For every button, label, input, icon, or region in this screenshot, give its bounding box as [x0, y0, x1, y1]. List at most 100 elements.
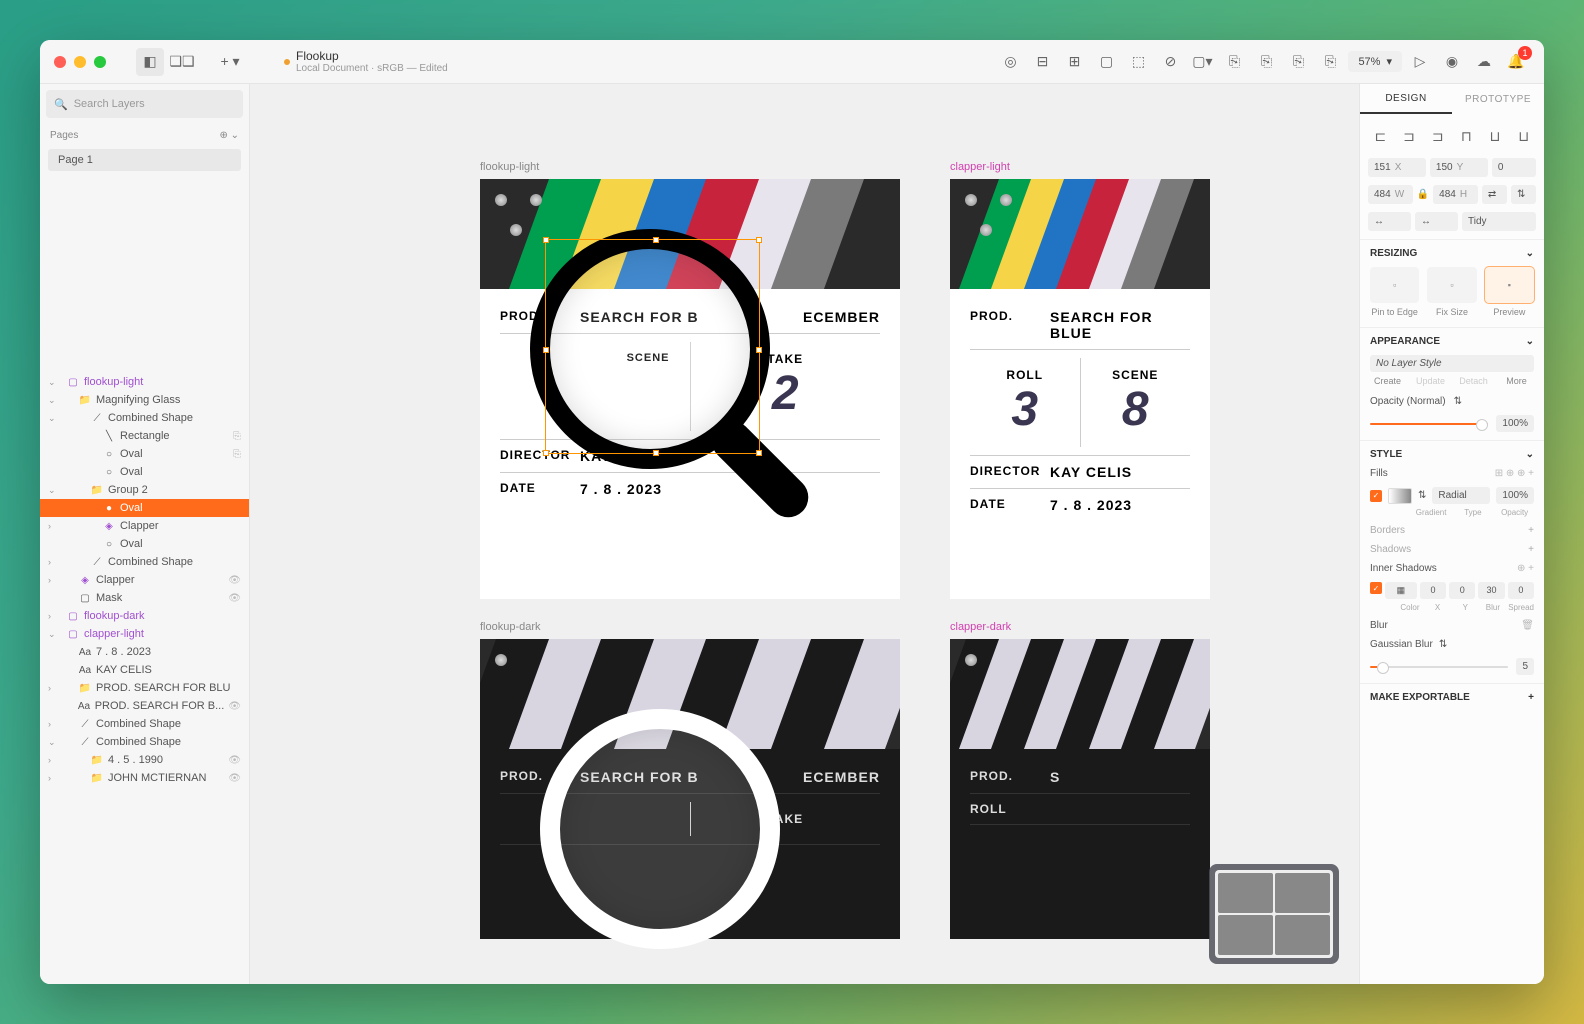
- fill-opacity[interactable]: 100%: [1496, 487, 1534, 504]
- layer-item[interactable]: ⌄⟋Combined Shape: [40, 409, 249, 427]
- artboard-clapper-light[interactable]: clapper-light PROD.SEARCH FOR BLUE ROLL3…: [950, 179, 1210, 599]
- artboard-flookup-dark[interactable]: flookup-dark PROD.SEARCH FOR BECEMBER TA…: [480, 639, 900, 939]
- canvas[interactable]: flookup-light PROD.SEARCH FOR BECEMBER S…: [250, 84, 1359, 984]
- artboard-flookup-light[interactable]: flookup-light PROD.SEARCH FOR BECEMBER S…: [480, 179, 900, 599]
- width-field[interactable]: 484W: [1368, 185, 1413, 204]
- zoom-dropdown[interactable]: 57% ▾: [1348, 51, 1402, 72]
- layer-item[interactable]: ›📁JOHN MCTIERNAN👁: [40, 769, 249, 787]
- blur-slider[interactable]: [1370, 666, 1508, 668]
- layer-item[interactable]: AaKAY CELIS: [40, 661, 249, 679]
- artboard-layer[interactable]: ›▢flookup-dark: [40, 607, 249, 625]
- layer-style-dropdown[interactable]: No Layer Style: [1370, 355, 1534, 372]
- toolbar-button[interactable]: ⊞: [1060, 48, 1088, 76]
- artboard-label[interactable]: clapper-light: [950, 161, 1010, 173]
- layer-item[interactable]: ›◈Clapper👁: [40, 571, 249, 589]
- align-bottom-button[interactable]: ⊔: [1511, 122, 1536, 150]
- minimap[interactable]: [1209, 864, 1339, 964]
- toolbar-button[interactable]: ▢: [1092, 48, 1120, 76]
- add-shadow-button[interactable]: +: [1528, 544, 1534, 555]
- x-field[interactable]: 151X: [1368, 158, 1426, 177]
- shadow-spread[interactable]: 0: [1508, 582, 1534, 599]
- layer-item[interactable]: ›⟋Combined Shape: [40, 715, 249, 733]
- toolbar-button[interactable]: ⎘: [1252, 48, 1280, 76]
- sidebar-toggle-button[interactable]: ◧: [136, 48, 164, 76]
- page-item[interactable]: Page 1: [48, 149, 241, 171]
- layer-item[interactable]: ›◈Clapper: [40, 517, 249, 535]
- zoom-icon[interactable]: [94, 56, 106, 68]
- toolbar-button[interactable]: ⎘: [1220, 48, 1248, 76]
- blur-type[interactable]: Gaussian Blur: [1370, 639, 1433, 650]
- artboard-label[interactable]: flookup-dark: [480, 621, 541, 633]
- fill-checkbox[interactable]: ✓: [1370, 490, 1382, 502]
- align-center-button[interactable]: ⊐: [1397, 122, 1422, 150]
- shadow-blur[interactable]: 30: [1478, 582, 1504, 599]
- layer-item[interactable]: ╲Rectangle⎘: [40, 427, 249, 445]
- artboard-label[interactable]: clapper-dark: [950, 621, 1011, 633]
- play-button[interactable]: ▷: [1406, 48, 1434, 76]
- opacity-value[interactable]: 100%: [1496, 415, 1534, 432]
- toolbar-button[interactable]: ⬚: [1124, 48, 1152, 76]
- toolbar-button[interactable]: ⎘: [1316, 48, 1344, 76]
- add-page-button[interactable]: ⊕ ⌄: [219, 130, 239, 141]
- toolbar-button[interactable]: ◎: [996, 48, 1024, 76]
- chevron-down-icon[interactable]: ⌄: [1526, 449, 1534, 460]
- y-field[interactable]: 150Y: [1430, 158, 1488, 177]
- tidy-button[interactable]: Tidy: [1462, 212, 1536, 231]
- layer-item[interactable]: ⌄📁Magnifying Glass: [40, 391, 249, 409]
- tab-design[interactable]: DESIGN: [1360, 84, 1452, 114]
- chevron-down-icon[interactable]: ⌄: [1526, 248, 1534, 259]
- layer-item[interactable]: AaPROD. SEARCH FOR B...👁: [40, 697, 249, 715]
- toolbar-button[interactable]: ▢▾: [1188, 48, 1216, 76]
- pin-to-edge-option[interactable]: ▫: [1370, 267, 1419, 303]
- notifications-button[interactable]: 🔔1: [1502, 48, 1530, 76]
- align-left-button[interactable]: ⊏: [1368, 122, 1393, 150]
- layer-item[interactable]: Aa7 . 8 . 2023: [40, 643, 249, 661]
- layer-item[interactable]: ▢Mask👁: [40, 589, 249, 607]
- align-top-button[interactable]: ⊓: [1454, 122, 1479, 150]
- artboard-label[interactable]: flookup-light: [480, 161, 539, 173]
- shadow-color[interactable]: ▦: [1385, 582, 1417, 599]
- toolbar-button[interactable]: ⊟: [1028, 48, 1056, 76]
- artboard-layer[interactable]: ⌄▢flookup-light: [40, 373, 249, 391]
- layer-item[interactable]: ›📁PROD. SEARCH FOR BLU: [40, 679, 249, 697]
- layer-item[interactable]: ⌄⟋Combined Shape: [40, 733, 249, 751]
- layer-item[interactable]: ⌄📁Group 2: [40, 481, 249, 499]
- flip-v-button[interactable]: ⇅: [1511, 185, 1536, 204]
- minimize-icon[interactable]: [74, 56, 86, 68]
- opacity-slider[interactable]: [1370, 423, 1488, 425]
- toolbar-button[interactable]: ⎘: [1284, 48, 1312, 76]
- add-border-button[interactable]: +: [1528, 525, 1534, 536]
- close-icon[interactable]: [54, 56, 66, 68]
- align-middle-button[interactable]: ⊔: [1483, 122, 1508, 150]
- chevron-down-icon[interactable]: ⌄: [1526, 336, 1534, 347]
- shadow-y[interactable]: 0: [1449, 582, 1475, 599]
- align-right-button[interactable]: ⊐: [1425, 122, 1450, 150]
- fill-type-dropdown[interactable]: Radial: [1432, 487, 1490, 504]
- lock-icon[interactable]: 🔒: [1417, 189, 1429, 200]
- transform-field[interactable]: ↔: [1415, 212, 1458, 231]
- insert-button[interactable]: + ▾: [216, 48, 244, 76]
- height-field[interactable]: 484H: [1433, 185, 1478, 204]
- add-export-button[interactable]: +: [1528, 692, 1534, 703]
- fill-swatch[interactable]: [1388, 488, 1412, 504]
- selected-layer[interactable]: ●Oval: [40, 499, 249, 517]
- inner-shadow-checkbox[interactable]: ✓: [1370, 582, 1382, 594]
- tab-prototype[interactable]: PROTOTYPE: [1452, 84, 1544, 114]
- artboard-layer[interactable]: ⌄▢clapper-light: [40, 625, 249, 643]
- components-button[interactable]: ❑❑: [168, 48, 196, 76]
- rotation-field[interactable]: 0: [1492, 158, 1536, 177]
- shadow-x[interactable]: 0: [1420, 582, 1446, 599]
- layer-item[interactable]: ○Oval⎘: [40, 445, 249, 463]
- flip-h-button[interactable]: ⇄: [1482, 185, 1507, 204]
- blur-value[interactable]: 5: [1516, 658, 1534, 675]
- preview-option[interactable]: ▪: [1485, 267, 1534, 303]
- artboard-clapper-dark[interactable]: clapper-dark PROD.S ROLL: [950, 639, 1210, 939]
- transform-field[interactable]: ↔: [1368, 212, 1411, 231]
- toolbar-button[interactable]: ⊘: [1156, 48, 1184, 76]
- fix-size-option[interactable]: ▫: [1427, 267, 1476, 303]
- remove-blur-button[interactable]: 🗑: [1521, 620, 1534, 631]
- preview-button[interactable]: ◉: [1438, 48, 1466, 76]
- cloud-button[interactable]: ☁: [1470, 48, 1498, 76]
- layer-item[interactable]: ○Oval: [40, 463, 249, 481]
- layer-item[interactable]: ›⟋Combined Shape: [40, 553, 249, 571]
